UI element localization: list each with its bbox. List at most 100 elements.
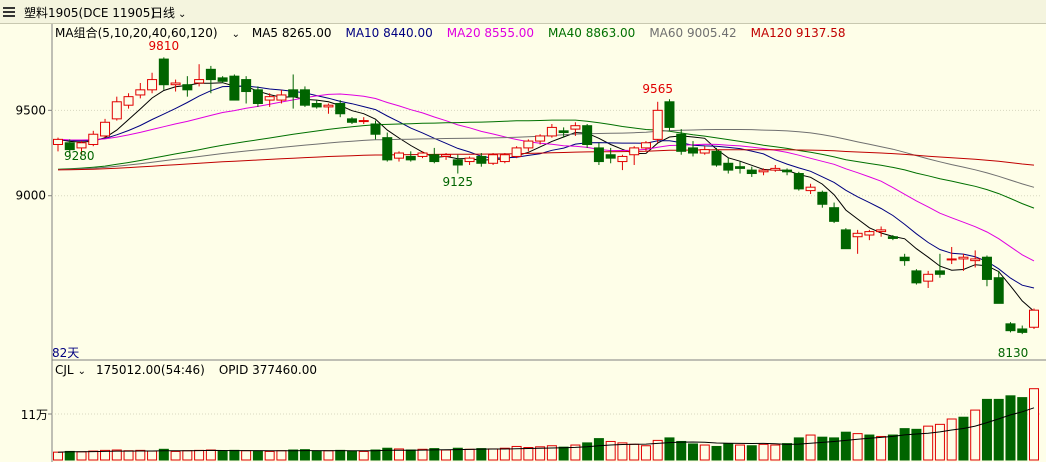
kline-chart[interactable]: 9500 9000 11万 9810 9280 9125 9565 8130 82天	[0, 0, 1046, 462]
title-bar: 塑料1905(DCE 11905) 日线 ⌄	[0, 0, 1046, 24]
candle-body	[535, 135, 546, 142]
contract-title: 塑料1905(DCE 11905)	[24, 6, 156, 20]
volume-bar	[758, 443, 769, 461]
ma-line	[57, 82, 1035, 312]
candle-body	[64, 142, 75, 151]
candle-body	[946, 258, 957, 261]
price-tick-label: 9500	[15, 103, 46, 117]
volume-bar	[170, 450, 181, 461]
candle-body	[323, 104, 334, 108]
volume-bar	[252, 450, 263, 461]
volume-bar	[335, 449, 346, 461]
volume-bar	[358, 450, 369, 461]
candle-body	[887, 236, 898, 239]
peak-price-label: 9565	[642, 82, 673, 96]
candle-body	[1005, 323, 1016, 332]
volume-bar	[1029, 388, 1039, 461]
ma-legend-item: MA5 8265.00	[251, 26, 332, 40]
candle-body	[758, 169, 769, 173]
candle-body	[805, 186, 816, 192]
candle-body	[488, 154, 499, 164]
volume-bar	[311, 450, 322, 461]
volume-bar	[782, 443, 793, 461]
volume-bar	[664, 437, 675, 461]
candle-body	[593, 147, 604, 163]
candle-body	[876, 229, 887, 233]
volume-bar	[817, 436, 828, 461]
candle-body	[711, 150, 722, 166]
volume-bar	[899, 428, 910, 461]
grip-icon[interactable]	[3, 7, 15, 17]
candle-body	[229, 75, 240, 101]
candle-body	[88, 133, 99, 145]
period-selector[interactable]: 日线 ⌄	[151, 4, 186, 21]
moving-average-lines	[57, 82, 1035, 312]
volume-bar	[535, 446, 546, 461]
mid-low-price-label: 9125	[443, 175, 474, 189]
volume-bar	[111, 449, 122, 461]
low-price-label: 8130	[998, 346, 1029, 360]
volume-bar	[770, 444, 781, 461]
candle-body	[993, 277, 1004, 304]
volume-indicator-label[interactable]: CJL	[55, 363, 74, 377]
opid-value: OPID 377460.00	[218, 363, 318, 377]
volume-bar	[676, 440, 687, 461]
volume-bar	[911, 428, 922, 461]
candle-body	[840, 229, 851, 250]
days-count-label: 82天	[52, 346, 79, 360]
volume-bar	[76, 451, 87, 461]
candle-body	[829, 207, 840, 222]
volume-bar	[205, 449, 216, 461]
candle-body	[123, 96, 134, 106]
candle-body	[311, 102, 322, 108]
candle-body	[53, 138, 63, 145]
ma-legend-item: MA40 8863.00	[548, 26, 636, 40]
candle-body	[723, 162, 734, 171]
volume-bar	[805, 434, 816, 461]
volume-bar	[323, 450, 334, 461]
candle-body	[476, 155, 487, 164]
candlesticks	[53, 57, 1039, 335]
candle-body	[358, 120, 369, 123]
candle-body	[276, 94, 287, 101]
chevron-down-icon: ⌄	[178, 9, 187, 20]
candle-body	[746, 169, 757, 175]
candle-body	[499, 154, 510, 163]
volume-bar	[499, 447, 510, 461]
volume-bar	[582, 442, 593, 461]
volume-bar	[1005, 395, 1016, 461]
volume-bar	[441, 449, 452, 461]
volume-bar	[217, 450, 228, 461]
volume-bar	[652, 439, 663, 461]
candle-body	[405, 155, 416, 161]
candle-body	[640, 142, 651, 149]
candle-body	[793, 173, 804, 190]
volume-bar	[934, 423, 945, 461]
ma-line	[57, 119, 1035, 209]
volume-chevron-icon: ⌄	[77, 366, 86, 377]
candle-body	[111, 101, 122, 120]
candle-body	[194, 79, 205, 84]
volume-bar	[840, 431, 851, 461]
volume-ma-line	[57, 407, 1035, 453]
candle-body	[558, 130, 569, 134]
candle-body	[570, 125, 581, 130]
volume-bar	[723, 443, 734, 461]
volume-bar	[417, 448, 428, 461]
price-annotations: 9810 9280 9125 9565 8130 82天	[52, 39, 1028, 360]
volume-bars	[53, 388, 1039, 461]
ma-legend-item: MA60 9005.42	[649, 26, 737, 40]
volume-bar	[605, 440, 616, 461]
candle-body	[782, 169, 793, 173]
volume-bar	[1017, 397, 1028, 461]
volume-bar	[53, 451, 63, 461]
volume-bar	[464, 448, 475, 461]
candle-body	[911, 270, 922, 284]
volume-bar	[687, 443, 698, 461]
volume-bar	[981, 398, 992, 461]
ma-group-label[interactable]: MA组合(5,10,20,40,60,120)	[55, 26, 218, 40]
volume-bar	[946, 418, 957, 461]
volume-bar	[429, 448, 440, 461]
volume-bar	[958, 416, 969, 461]
candle-body	[605, 154, 616, 159]
